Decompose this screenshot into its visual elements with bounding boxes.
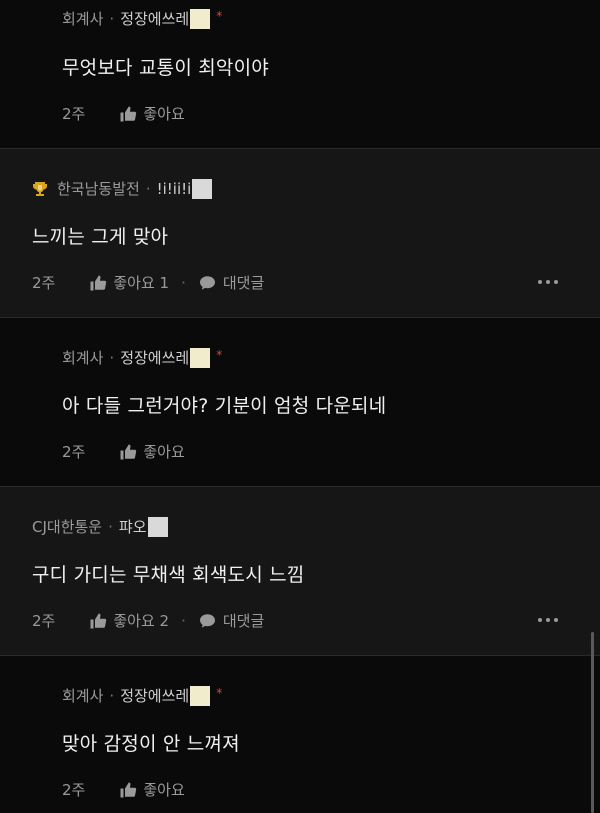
company-name[interactable]: 한국남동발전 [57, 178, 140, 199]
separator-dot: · [109, 686, 115, 705]
scrollbar[interactable] [591, 632, 594, 813]
comment-header: 회계사 · 정장에쓰레 * [62, 685, 222, 706]
like-label: 좋아요 [143, 443, 185, 461]
nickname[interactable]: 정장에쓰레 [120, 8, 189, 29]
comment-time: 2주 [62, 443, 86, 461]
nickname-mask [192, 178, 213, 199]
separator-dot: · [109, 348, 115, 367]
nickname[interactable]: 정장에쓰레 [120, 685, 189, 706]
like-label: 좋아요 [143, 105, 185, 123]
comment: 한국남동발전 · !i!ii!i 느끼는 그게 맞아 2주 좋아요 1 · 대댓… [0, 149, 600, 317]
like-button[interactable]: 좋아요 1 [89, 272, 169, 293]
thumbs-up-icon [119, 443, 137, 461]
reply-comment: 회계사 · 정장에쓰레 * 무엇보다 교통이 최악이야 2주 좋아요 [0, 0, 600, 148]
company-name[interactable]: 회계사 [62, 685, 103, 706]
like-button[interactable]: 좋아요 [119, 103, 185, 124]
comment-text: 구디 가디는 무채색 회색도시 느낌 [32, 564, 305, 586]
nickname[interactable]: 정장에쓰레 [120, 347, 189, 368]
company-name[interactable]: 회계사 [62, 8, 103, 29]
comment-header: 한국남동발전 · !i!ii!i [32, 178, 213, 199]
speech-bubble-icon [198, 274, 217, 292]
reply-comment: 회계사 · 정장에쓰레 * 맞아 감정이 안 느껴져 2주 좋아요 [0, 656, 600, 813]
reply-label: 대댓글 [222, 274, 265, 292]
thumbs-up-icon [89, 612, 107, 630]
reply-comment: 회계사 · 정장에쓰레 * 아 다들 그런거야? 기분이 엄청 다운되네 2주 … [0, 318, 600, 486]
nickname-mask [147, 516, 168, 537]
nickname-mask [190, 8, 211, 29]
comment-actions: 2주 좋아요 1 · 대댓글 [32, 272, 264, 293]
author-star: * [216, 8, 223, 23]
trophy-icon [32, 181, 48, 197]
separator-dot: · [145, 179, 151, 198]
more-horizontal-icon[interactable] [538, 618, 558, 622]
nickname[interactable]: 퍄오 [119, 516, 147, 537]
comment-text: 맞아 감정이 안 느껴져 [62, 733, 240, 755]
separator-dot: · [181, 273, 186, 292]
comment-header: 회계사 · 정장에쓰레 * [62, 347, 222, 368]
author-star: * [216, 347, 223, 362]
like-label: 좋아요 1 [113, 274, 170, 292]
thumbs-up-icon [119, 781, 137, 799]
comment: CJ대한통운 · 퍄오 구디 가디는 무채색 회색도시 느낌 2주 좋아요 2 … [0, 487, 600, 655]
reply-button[interactable]: 대댓글 [198, 272, 264, 293]
separator-dot: · [109, 9, 115, 28]
more-horizontal-icon[interactable] [538, 280, 558, 284]
like-button[interactable]: 좋아요 [119, 779, 185, 800]
thumbs-up-icon [89, 274, 107, 292]
nickname[interactable]: !i!ii!i [157, 180, 192, 198]
reply-label: 대댓글 [222, 612, 265, 630]
comment-actions: 2주 좋아요 [62, 441, 185, 462]
separator-dot: · [108, 517, 113, 536]
comment-text: 무엇보다 교통이 최악이야 [62, 57, 269, 79]
comment-actions: 2주 좋아요 2 · 대댓글 [32, 610, 264, 631]
comment-text: 아 다들 그런거야? 기분이 엄청 다운되네 [62, 395, 387, 417]
company-name[interactable]: 회계사 [62, 347, 103, 368]
comment-time: 2주 [62, 105, 86, 123]
like-label: 좋아요 [143, 781, 185, 799]
like-button[interactable]: 좋아요 2 [89, 610, 169, 631]
thumbs-up-icon [119, 105, 137, 123]
speech-bubble-icon [198, 612, 217, 630]
nickname-mask [190, 347, 211, 368]
author-star: * [216, 685, 223, 700]
separator-dot: · [181, 611, 186, 630]
comment-time: 2주 [32, 274, 56, 292]
comment-header: 회계사 · 정장에쓰레 * [62, 8, 222, 29]
comment-header: CJ대한통운 · 퍄오 [32, 516, 168, 537]
comment-time: 2주 [62, 781, 86, 799]
company-name[interactable]: CJ대한통운 [32, 516, 102, 537]
comment-text: 느끼는 그게 맞아 [32, 226, 169, 248]
reply-button[interactable]: 대댓글 [198, 610, 264, 631]
like-label: 좋아요 2 [113, 612, 170, 630]
nickname-mask [190, 685, 211, 706]
comment-time: 2주 [32, 612, 56, 630]
comment-actions: 2주 좋아요 [62, 779, 185, 800]
like-button[interactable]: 좋아요 [119, 441, 185, 462]
comment-actions: 2주 좋아요 [62, 103, 185, 124]
